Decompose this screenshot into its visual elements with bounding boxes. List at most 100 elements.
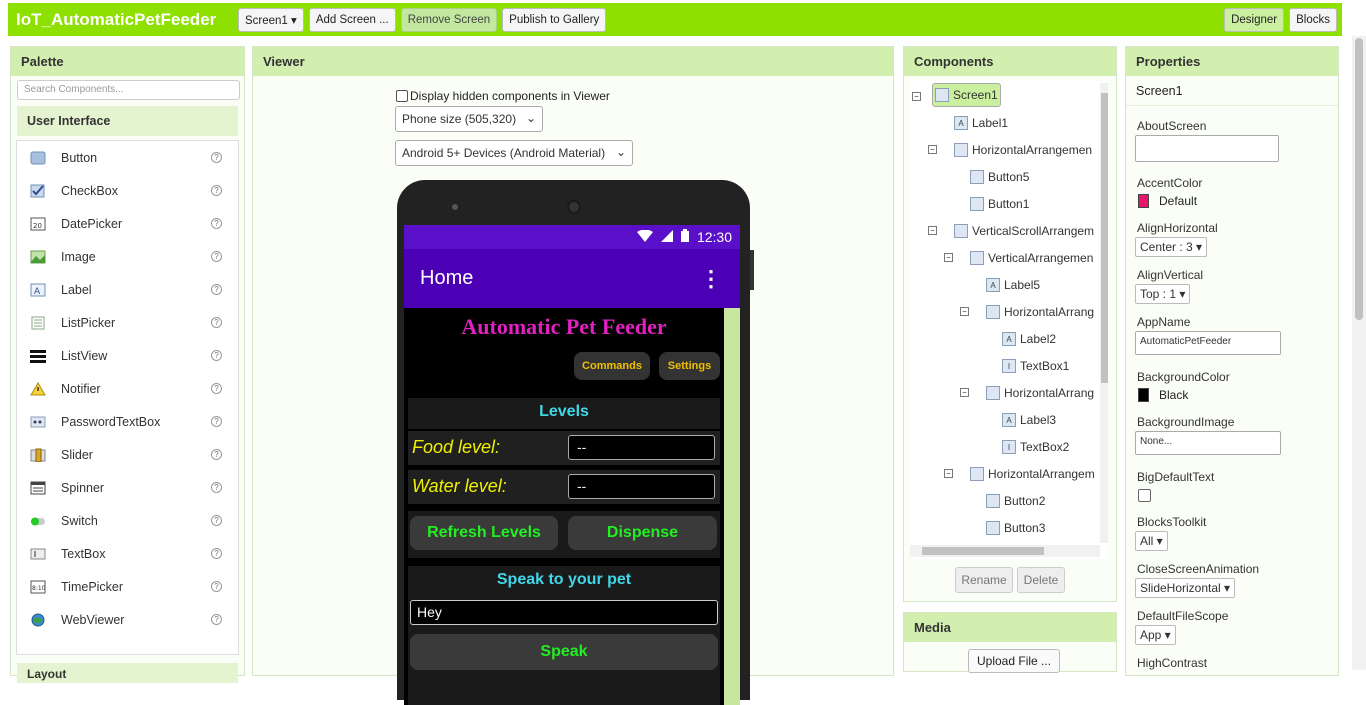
- about-screen-textarea[interactable]: [1135, 135, 1279, 162]
- blocks-toolkit-dropdown[interactable]: All ▾: [1135, 531, 1168, 551]
- tree-item-label1[interactable]: A Label1: [954, 113, 1008, 133]
- tree-item-button2[interactable]: Button2: [986, 491, 1045, 511]
- phone-size-select[interactable]: Phone size (505,320) ⌄: [395, 106, 543, 132]
- accent-color-picker[interactable]: Default: [1138, 194, 1197, 208]
- close-screen-animation-dropdown[interactable]: SlideHorizontal ▾: [1135, 578, 1236, 598]
- help-icon[interactable]: ?: [211, 581, 222, 592]
- tree-item-label3[interactable]: A Label3: [1002, 410, 1056, 430]
- checkbox-box[interactable]: [396, 90, 408, 102]
- device-theme-select[interactable]: Android 5+ Devices (Android Material) ⌄: [395, 140, 633, 166]
- palette-item-image[interactable]: Image ?: [17, 240, 238, 273]
- tree-item-horizontal-arrangement[interactable]: HorizontalArrangem: [970, 464, 1095, 484]
- help-icon[interactable]: ?: [211, 482, 222, 493]
- delete-button[interactable]: Delete: [1017, 567, 1065, 593]
- blocks-button[interactable]: Blocks: [1289, 8, 1337, 32]
- tree-item-label: Screen1: [953, 88, 998, 102]
- tree-item-horizontal-arrangement[interactable]: HorizontalArrang: [986, 383, 1094, 403]
- speak-button[interactable]: Speak: [410, 634, 718, 670]
- commands-button[interactable]: Commands: [574, 352, 650, 380]
- more-options-icon[interactable]: ⋮: [700, 266, 722, 292]
- button-icon: [986, 521, 1000, 535]
- palette-item-notifier[interactable]: Notifier ?: [17, 372, 238, 405]
- palette-item-button[interactable]: Button ?: [17, 141, 238, 174]
- palette-item-webviewer[interactable]: WebViewer ?: [17, 603, 238, 636]
- tree-item-button1[interactable]: Button1: [970, 194, 1029, 214]
- refresh-levels-button[interactable]: Refresh Levels: [410, 516, 558, 550]
- help-icon[interactable]: ?: [211, 548, 222, 559]
- help-icon[interactable]: ?: [211, 251, 222, 262]
- slider-icon: [29, 447, 47, 463]
- tree-horizontal-scrollbar[interactable]: [910, 545, 1100, 557]
- palette-item-label[interactable]: A Label ?: [17, 273, 238, 306]
- search-components-input[interactable]: Search Components...: [17, 80, 240, 100]
- listpicker-icon: [29, 315, 47, 331]
- help-icon[interactable]: ?: [211, 185, 222, 196]
- screen-side-strip: [724, 308, 740, 705]
- tree-item-label: Button2: [1004, 494, 1046, 508]
- tree-item-horizontal-arrangement[interactable]: HorizontalArrangemen: [954, 140, 1092, 160]
- tree-item-vertical-scroll-arrangement[interactable]: VerticalScrollArrangem: [954, 221, 1094, 241]
- remove-screen-button[interactable]: Remove Screen: [400, 7, 498, 32]
- dispense-button[interactable]: Dispense: [568, 516, 717, 550]
- palette-item-listview[interactable]: ListView ?: [17, 339, 238, 372]
- tree-item-button3[interactable]: Button3: [986, 518, 1045, 538]
- tree-item-horizontal-arrangement[interactable]: HorizontalArrang: [986, 302, 1094, 322]
- help-icon[interactable]: ?: [211, 317, 222, 328]
- palette-item-timepicker[interactable]: 8:10 TimePicker ?: [17, 570, 238, 603]
- tree-item-label5[interactable]: A Label5: [986, 275, 1040, 295]
- palette-item-spinner[interactable]: Spinner ?: [17, 471, 238, 504]
- default-file-scope-dropdown[interactable]: App ▾: [1135, 625, 1176, 645]
- publish-gallery-button[interactable]: Publish to Gallery: [502, 7, 607, 32]
- palette-item-checkbox[interactable]: CheckBox ?: [17, 174, 238, 207]
- palette-item-datepicker[interactable]: 20 DatePicker ?: [17, 207, 238, 240]
- tree-item-vertical-arrangement[interactable]: VerticalArrangemen: [970, 248, 1093, 268]
- scrollbar-thumb[interactable]: [922, 547, 1044, 555]
- app-name-input[interactable]: AutomaticPetFeeder: [1135, 331, 1281, 355]
- speak-text-field[interactable]: Hey: [410, 600, 718, 625]
- help-icon[interactable]: ?: [211, 449, 222, 460]
- phone-side-button: [750, 250, 754, 290]
- align-vertical-dropdown[interactable]: Top : 1 ▾: [1135, 284, 1191, 304]
- palette-item-passwordtextbox[interactable]: PasswordTextBox ?: [17, 405, 238, 438]
- tree-item-button5[interactable]: Button5: [970, 167, 1029, 187]
- palette-item-slider[interactable]: Slider ?: [17, 438, 238, 471]
- tree-vertical-scrollbar[interactable]: [1100, 83, 1108, 543]
- tree-item-textbox2[interactable]: I TextBox2: [1002, 437, 1069, 457]
- background-color-picker[interactable]: Black: [1138, 388, 1188, 402]
- food-level-field[interactable]: --: [568, 435, 715, 460]
- align-horizontal-dropdown[interactable]: Center : 3 ▾: [1135, 237, 1208, 257]
- display-hidden-checkbox[interactable]: Display hidden components in Viewer: [396, 89, 610, 103]
- designer-button[interactable]: Designer: [1224, 8, 1285, 32]
- help-icon[interactable]: ?: [211, 350, 222, 361]
- screen-content: Automatic Pet Feeder Commands Settings L…: [404, 308, 724, 705]
- background-image-picker[interactable]: None...: [1135, 431, 1281, 455]
- help-icon[interactable]: ?: [211, 152, 222, 163]
- help-icon[interactable]: ?: [211, 383, 222, 394]
- add-screen-button[interactable]: Add Screen ...: [308, 7, 396, 32]
- page-scrollbar[interactable]: [1352, 36, 1366, 670]
- display-hidden-label: Display hidden components in Viewer: [410, 89, 610, 103]
- help-icon[interactable]: ?: [211, 515, 222, 526]
- screen-dropdown[interactable]: Screen1 ▾: [238, 7, 304, 32]
- tree-item-textbox1[interactable]: I TextBox1: [1002, 356, 1069, 376]
- help-icon[interactable]: ?: [211, 218, 222, 229]
- rename-button[interactable]: Rename: [955, 567, 1013, 593]
- upload-file-button[interactable]: Upload File ...: [968, 649, 1061, 673]
- palette-item-switch[interactable]: Switch ?: [17, 504, 238, 537]
- palette-item-listpicker[interactable]: ListPicker ?: [17, 306, 238, 339]
- category-layout[interactable]: Layout: [17, 663, 238, 683]
- help-icon[interactable]: ?: [211, 614, 222, 625]
- water-level-field[interactable]: --: [568, 474, 715, 499]
- settings-button[interactable]: Settings: [659, 352, 720, 380]
- scrollbar-thumb[interactable]: [1101, 93, 1108, 383]
- palette-item-textbox[interactable]: TextBox ?: [17, 537, 238, 570]
- big-default-text-checkbox[interactable]: [1138, 489, 1151, 502]
- tree-item-label2[interactable]: A Label2: [1002, 329, 1056, 349]
- tree-item-screen1[interactable]: Screen1: [932, 83, 1001, 107]
- help-icon[interactable]: ?: [211, 284, 222, 295]
- palette-item-label: Spinner: [61, 480, 105, 495]
- chevron-down-icon: ⌄: [525, 111, 536, 125]
- help-icon[interactable]: ?: [211, 416, 222, 427]
- category-user-interface[interactable]: User Interface: [17, 106, 238, 136]
- scrollbar-thumb[interactable]: [1355, 38, 1363, 320]
